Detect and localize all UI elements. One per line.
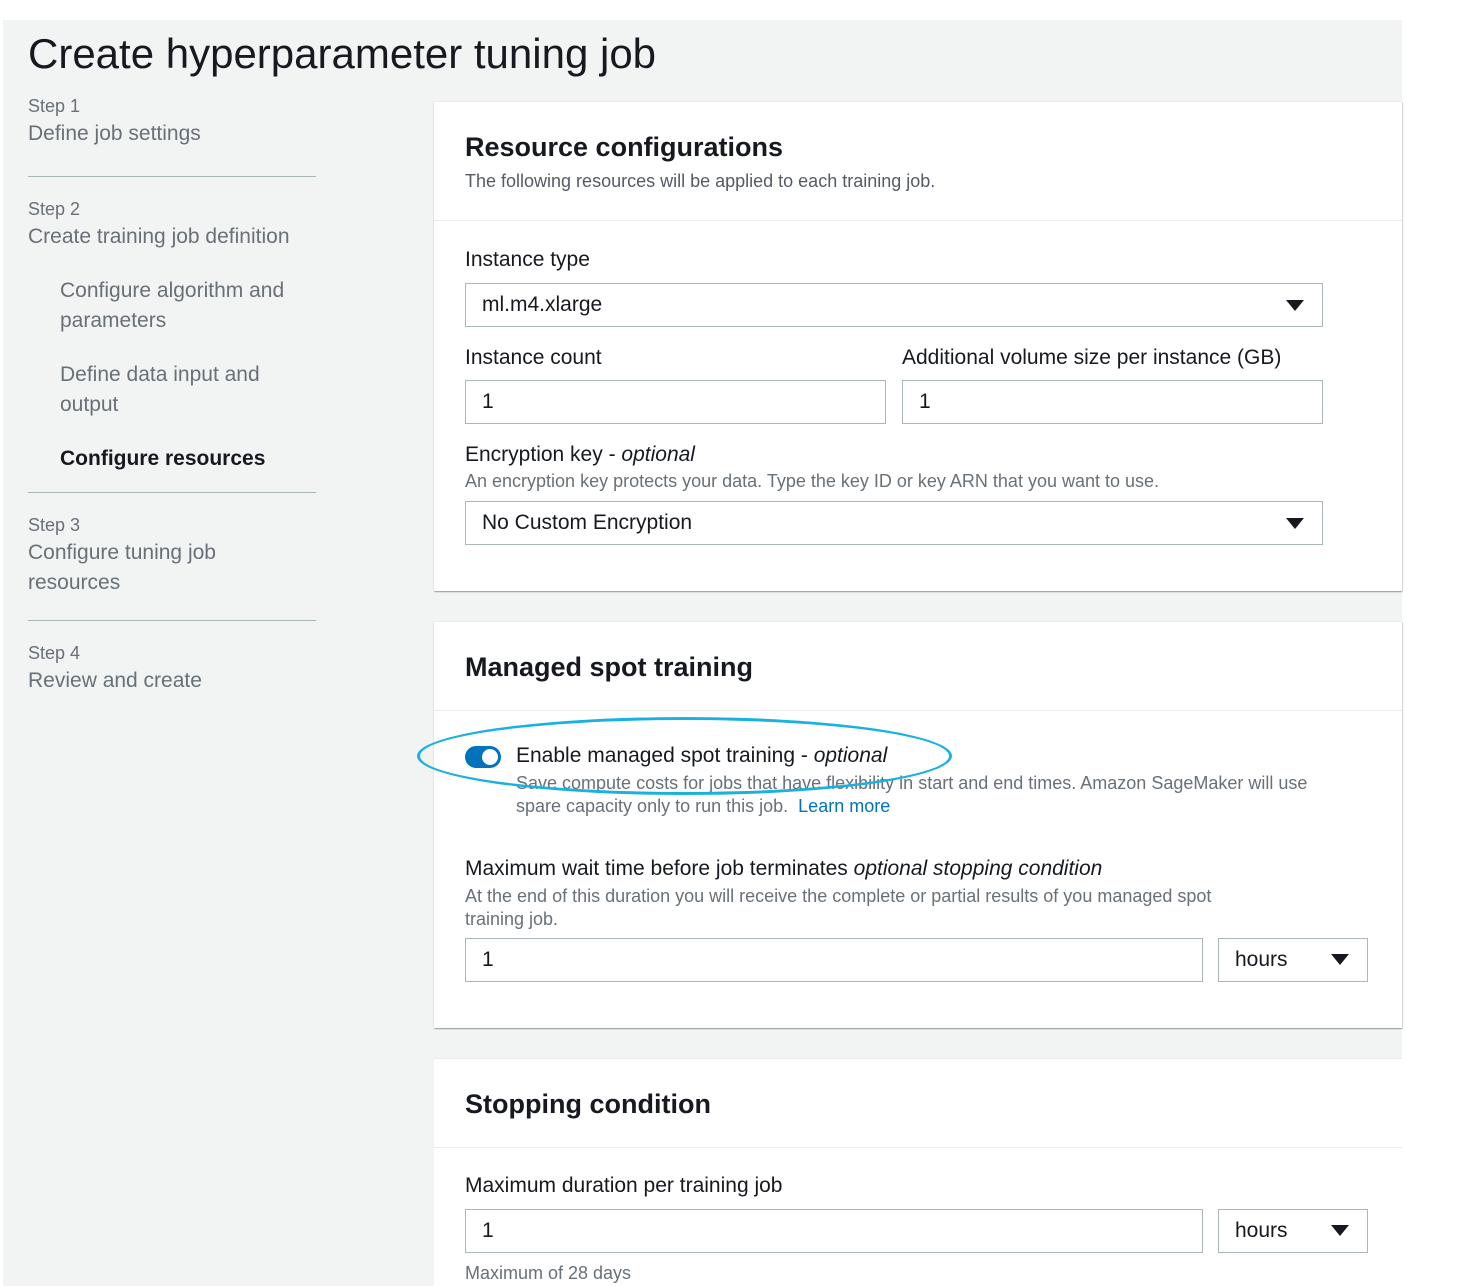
substep-define-data[interactable]: Define data input and output [28,360,308,420]
step-2-title: Create training job definition [28,225,290,248]
instance-count-value: 1 [482,390,494,413]
max-wait-label: Maximum wait time before job terminates … [465,857,1102,881]
spot-training-optional: optional [813,744,888,767]
volume-size-label: Additional volume size per instance (GB) [902,346,1282,369]
max-duration-unit-select[interactable]: hours [1218,1209,1368,1253]
max-duration-unit-value: hours [1235,1219,1288,1242]
panel-title: Managed spot training [465,652,754,682]
panel-header: Stopping condition [434,1059,1402,1148]
learn-more-link[interactable]: Learn more [798,796,890,816]
panel-header: Managed spot training [434,622,1402,711]
caret-down-icon [1286,518,1304,529]
step-1-title: Define job settings [28,122,201,145]
toggle-knob [482,749,498,765]
panel-title: Stopping condition [465,1089,711,1119]
max-wait-unit-value: hours [1235,948,1288,971]
substep-configure-resources[interactable]: Configure resources [28,444,316,474]
instance-type-label: Instance type [465,248,590,271]
managed-spot-training-panel: Managed spot training Enable managed spo… [434,621,1402,1028]
step-1[interactable]: Step 1 Define job settings [28,96,316,176]
instance-type-select[interactable]: ml.m4.xlarge [465,283,1323,327]
instance-count-input[interactable]: 1 [465,380,886,424]
step-4-label: Step 4 [28,643,81,663]
encryption-key-optional: optional [621,443,695,466]
max-duration-input[interactable]: 1 [465,1209,1203,1253]
spot-training-description: Save compute costs for jobs that have fl… [516,772,1346,818]
encryption-key-label-text: Encryption key - [465,443,622,466]
max-wait-input[interactable]: 1 [465,938,1203,982]
panel-header: Resource configurations The following re… [434,102,1402,221]
max-wait-label-text: Maximum wait time before job terminates [465,857,854,880]
encryption-key-label: Encryption key - optional [465,443,695,467]
volume-size-value: 1 [919,390,931,413]
spot-training-toggle-label[interactable]: Enable managed spot training - optional [516,744,887,768]
wizard-steps-nav: Step 1 Define job settings Step 2 Create… [28,96,316,696]
stopping-condition-panel: Stopping condition Maximum duration per … [434,1058,1402,1286]
step-4[interactable]: Step 4 Review and create [28,621,316,696]
volume-size-input[interactable]: 1 [902,380,1323,424]
step-3-title: Configure tuning job resources [28,541,216,594]
encryption-key-value: No Custom Encryption [482,511,693,534]
step-2-label: Step 2 [28,199,81,219]
step-1-label: Step 1 [28,96,81,116]
substep-configure-algorithm[interactable]: Configure algorithm and parameters [28,276,308,336]
page-title: Create hyperparameter tuning job [28,30,657,77]
instance-count-label: Instance count [465,346,602,369]
step-2[interactable]: Step 2 Create training job definition [28,177,316,252]
max-wait-value: 1 [482,948,494,971]
max-duration-label: Maximum duration per training job [465,1174,783,1197]
max-wait-unit-select[interactable]: hours [1218,938,1368,982]
max-duration-value: 1 [482,1219,494,1242]
instance-type-value: ml.m4.xlarge [482,293,603,316]
max-duration-hint: Maximum of 28 days [465,1263,632,1283]
caret-down-icon [1331,954,1349,965]
max-wait-description: At the end of this duration you will rec… [465,886,1212,929]
encryption-key-description: An encryption key protects your data. Ty… [465,471,1160,491]
panel-description: The following resources will be applied … [465,171,936,191]
step-3[interactable]: Step 3 Configure tuning job resources [28,493,316,598]
spot-training-toggle[interactable] [465,746,501,768]
caret-down-icon [1331,1225,1349,1236]
step-3-label: Step 3 [28,515,81,535]
resource-configurations-panel: Resource configurations The following re… [434,101,1402,591]
spot-training-label-text: Enable managed spot training - [516,744,814,767]
caret-down-icon [1286,300,1304,311]
max-wait-optional: optional stopping condition [853,857,1103,880]
spot-training-desc-text: Save compute costs for jobs that have fl… [516,773,1308,816]
panel-title: Resource configurations [465,132,784,162]
encryption-key-select[interactable]: No Custom Encryption [465,501,1323,545]
step-4-title: Review and create [28,669,202,692]
